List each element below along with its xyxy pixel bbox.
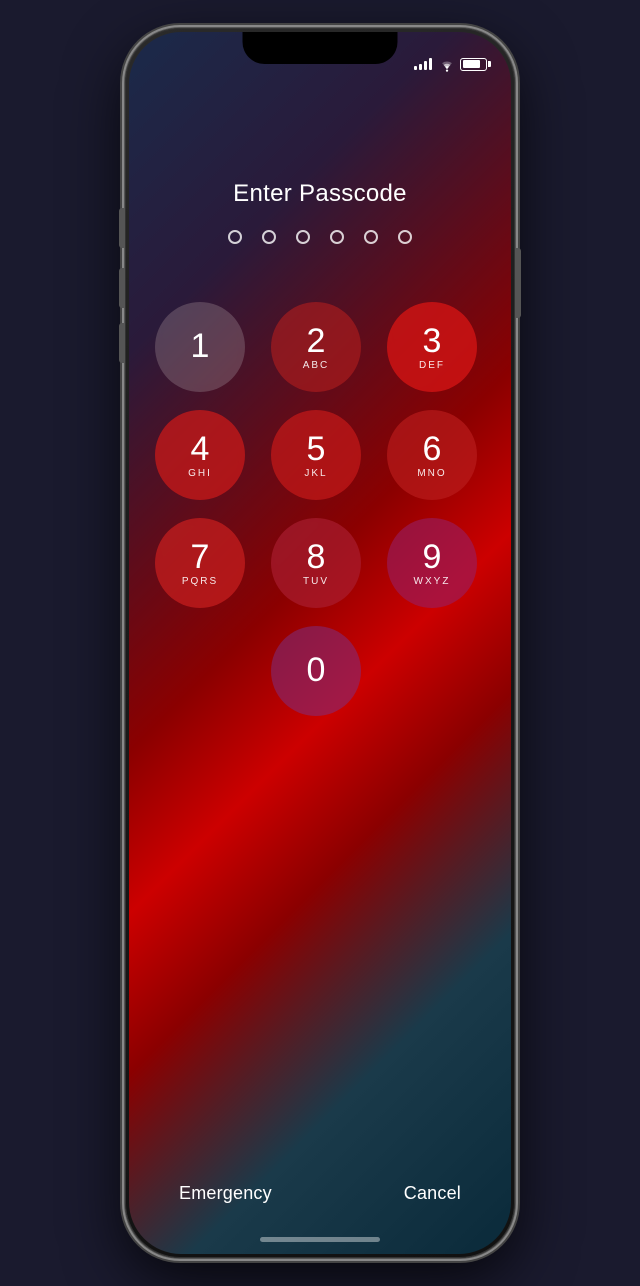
- bottom-bar: Emergency Cancel: [129, 1183, 511, 1204]
- emergency-button[interactable]: Emergency: [179, 1183, 272, 1204]
- notch: [243, 32, 398, 64]
- key-7[interactable]: 7 PQRS: [155, 518, 245, 608]
- key-4[interactable]: 4 GHI: [155, 410, 245, 500]
- key-6[interactable]: 6 MNO: [387, 410, 477, 500]
- keypad: 1 2 ABC 3 DEF 4 GHI 5 JKL 6 MNO: [155, 302, 485, 716]
- key-2[interactable]: 2 ABC: [271, 302, 361, 392]
- key-3[interactable]: 3 DEF: [387, 302, 477, 392]
- passcode-dot-5: [364, 230, 378, 244]
- key-9[interactable]: 9 WXYZ: [387, 518, 477, 608]
- passcode-dot-3: [296, 230, 310, 244]
- key-1[interactable]: 1: [155, 302, 245, 392]
- signal-icon: [414, 58, 432, 70]
- passcode-title: Enter Passcode: [233, 180, 407, 208]
- passcode-dot-4: [330, 230, 344, 244]
- passcode-dots: [228, 230, 412, 244]
- battery-icon: [460, 58, 487, 71]
- key-8[interactable]: 8 TUV: [271, 518, 361, 608]
- key-5[interactable]: 5 JKL: [271, 410, 361, 500]
- passcode-dot-6: [398, 230, 412, 244]
- status-icons: [414, 58, 487, 71]
- phone-screen: Enter Passcode 1 2 ABC 3 DEF: [129, 32, 511, 1254]
- cancel-button[interactable]: Cancel: [404, 1183, 461, 1204]
- passcode-dot-2: [262, 230, 276, 244]
- passcode-dot-1: [228, 230, 242, 244]
- phone-frame: Enter Passcode 1 2 ABC 3 DEF: [125, 28, 515, 1258]
- home-indicator: [260, 1237, 380, 1242]
- wifi-icon: [438, 58, 454, 70]
- key-0[interactable]: 0: [271, 626, 361, 716]
